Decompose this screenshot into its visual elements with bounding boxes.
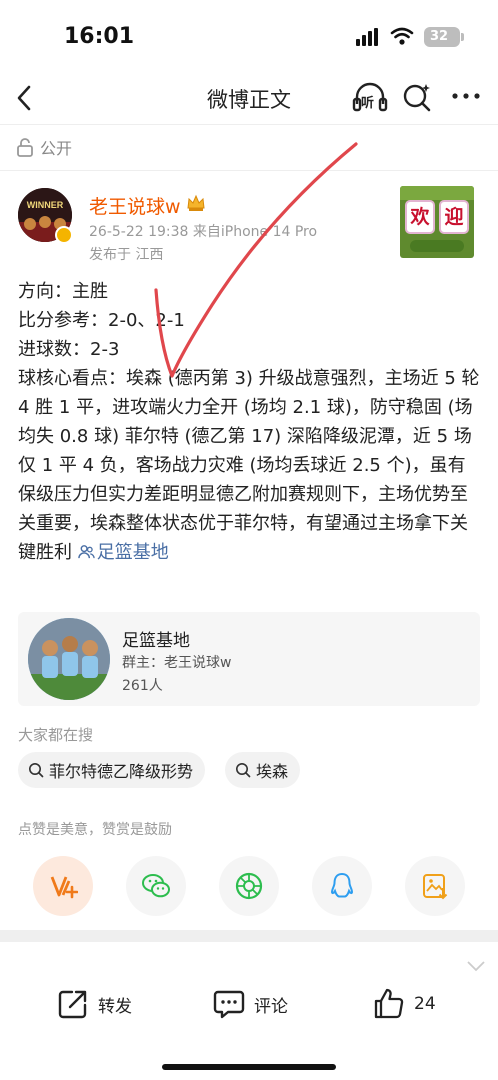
moments-icon: [235, 872, 263, 900]
group-link[interactable]: 足篮基地: [77, 542, 169, 563]
listen-button[interactable]: 听: [352, 80, 388, 114]
group-name: 足篮基地: [122, 631, 190, 651]
trending-heading: 大家都在搜: [18, 726, 94, 744]
more-icon[interactable]: [450, 90, 482, 102]
like-count: 24: [414, 994, 436, 1014]
search-ai-icon[interactable]: [402, 82, 432, 112]
avatar-text: WINNER: [27, 200, 64, 210]
header-divider: [0, 170, 498, 171]
signal-icon: [356, 28, 382, 46]
post-location: 发布于 江西: [89, 247, 164, 263]
visibility-label: 公开: [40, 139, 73, 158]
reward-button[interactable]: [33, 856, 93, 916]
post-paragraph: 球核心看点：埃森 (德丙第 3) 升级战意强烈，主场近 5 轮 4 胜 1 平，…: [18, 364, 480, 567]
post-body: 方向：主胜 比分参考：2-0、2-1 进球数：2-3 球核心看点：埃森 (德丙第…: [18, 277, 480, 567]
post-line-score: 比分参考：2-0、2-1: [18, 310, 185, 331]
status-bar: 16:01 32: [0, 0, 498, 74]
search-chip-label: 埃森: [256, 762, 289, 781]
thumbs-up-icon: [374, 988, 404, 1019]
repost-button[interactable]: 转发: [56, 986, 132, 1022]
status-time: 16:01: [64, 24, 135, 49]
post-meta: 26-5-22 19:38 来自iPhone 14 Pro: [89, 224, 318, 240]
wechat-share-button[interactable]: [126, 856, 186, 916]
sticker-char-1: 欢: [405, 200, 435, 234]
home-indicator: [162, 1064, 336, 1070]
save-image-button[interactable]: [405, 856, 465, 916]
reward-text: 点赞是美意，赞赏是鼓励: [18, 822, 172, 838]
group-member-count: 261人: [122, 678, 163, 694]
author-name[interactable]: 老王说球w: [89, 192, 181, 219]
group-card[interactable]: 足篮基地 群主：老王说球w 261人: [18, 612, 480, 706]
wechat-icon: [142, 874, 170, 898]
listen-label: 听: [361, 96, 375, 111]
comment-button[interactable]: 评论: [212, 986, 288, 1022]
search-icon: [236, 763, 251, 778]
repost-label: 转发: [98, 996, 132, 1017]
action-bar: 转发 评论 24: [0, 974, 498, 1034]
sticker-char-2: 迎: [439, 200, 469, 234]
section-separator: [0, 930, 498, 942]
comment-label: 评论: [254, 996, 288, 1017]
group-link-label: 足篮基地: [96, 542, 169, 563]
group-owner: 群主：老王说球w: [122, 655, 232, 671]
verified-badge: [55, 226, 73, 244]
like-button[interactable]: 24: [372, 986, 436, 1022]
chevron-down-icon[interactable]: [466, 960, 486, 972]
group-link-icon: [77, 545, 95, 559]
save-image-icon: [423, 874, 448, 900]
battery-icon: 32: [424, 27, 464, 47]
nav-divider: [0, 124, 498, 125]
wifi-icon: [390, 27, 414, 45]
group-avatar: [28, 618, 110, 700]
search-chip[interactable]: 菲尔特德乙降级形势: [18, 752, 206, 788]
qq-icon: [330, 872, 354, 898]
reward-icon: [50, 876, 78, 899]
lock-icon: [17, 138, 33, 157]
visibility-row: 公开: [16, 134, 72, 160]
post-line-goals: 进球数：2-3: [18, 339, 120, 360]
moments-share-button[interactable]: [219, 856, 279, 916]
repost-icon: [58, 990, 87, 1019]
crown-icon: [187, 194, 205, 211]
search-chip-label: 菲尔特德乙降级形势: [49, 762, 194, 781]
post-text: 球核心看点：埃森 (德丙第 3) 升级战意强烈，主场近 5 轮 4 胜 1 平，…: [18, 368, 480, 563]
search-icon: [29, 763, 44, 778]
welcome-sticker: 欢 迎: [400, 186, 474, 258]
search-chip[interactable]: 埃森: [225, 752, 301, 788]
comment-icon: [213, 990, 245, 1019]
battery-level: 32: [429, 29, 449, 44]
nav-bar: 微博正文 听: [0, 74, 498, 122]
post-line-direction: 方向：主胜: [18, 281, 108, 302]
qq-share-button[interactable]: [312, 856, 372, 916]
